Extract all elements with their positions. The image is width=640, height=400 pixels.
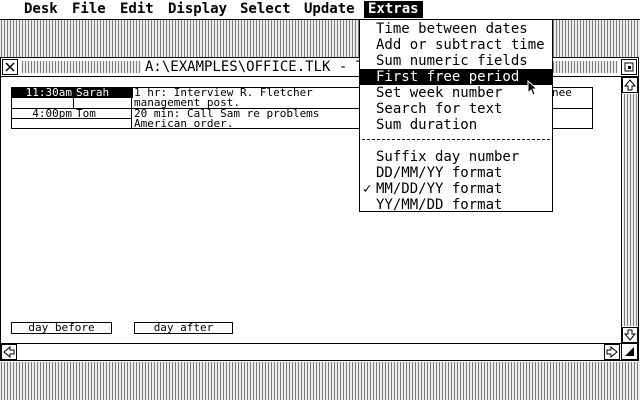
appointment-time[interactable]: 4:00pm <box>12 109 74 119</box>
up-arrow-icon[interactable] <box>622 77 638 93</box>
checkmark-icon: ✓ <box>363 181 372 197</box>
menu-item-dd-mm-yy[interactable]: DD/MM/YY format <box>360 165 552 181</box>
appointment-text[interactable]: 20 min: Call Sam re problems <box>134 109 394 119</box>
menu-item-time-between-dates[interactable]: Time between dates <box>360 21 552 37</box>
menu-item-sum-duration[interactable]: Sum duration <box>360 117 552 133</box>
menu-item-sum-numeric-fields[interactable]: Sum numeric fields <box>360 53 552 69</box>
vertical-scrollbar[interactable] <box>621 77 639 343</box>
extras-menu: Time between dates Add or subtract time … <box>359 19 553 213</box>
menu-extras[interactable]: Extras <box>364 1 423 18</box>
day-before-button[interactable]: day before <box>11 322 112 334</box>
menu-select[interactable]: Select <box>236 1 295 18</box>
vertical-scroll-track[interactable] <box>623 94 638 326</box>
menu-update[interactable]: Update <box>300 1 359 18</box>
mouse-pointer-icon <box>527 80 539 96</box>
down-arrow-icon[interactable] <box>622 327 638 343</box>
menu-item-yy-mm-dd[interactable]: YY/MM/DD format <box>360 197 552 213</box>
appointment-text[interactable]: 1 hr: Interview R. Fletcher <box>134 88 394 98</box>
menu-file[interactable]: File <box>68 1 110 18</box>
horizontal-scrollbar[interactable] <box>1 343 621 361</box>
menu-separator <box>362 139 550 140</box>
appointment-person[interactable]: Tom <box>74 109 133 119</box>
menu-item-suffix-day-number[interactable]: Suffix day number <box>360 149 552 165</box>
close-box-icon[interactable] <box>2 59 18 75</box>
menu-item-label: MM/DD/YY format <box>376 181 503 197</box>
appointment-text-continued: American order. <box>134 119 234 129</box>
window-title: A:\EXAMPLES\OFFICE.TLK - Th <box>141 59 377 75</box>
menu-item-set-week-number[interactable]: Set week number <box>360 85 552 101</box>
menu-item-search-for-text[interactable]: Search for text <box>360 101 552 117</box>
appointment-person[interactable]: Sarah <box>74 88 133 98</box>
size-box-icon[interactable] <box>621 343 638 360</box>
menu-desk[interactable]: Desk <box>20 1 62 18</box>
menu-item-add-subtract-time[interactable]: Add or subtract time <box>360 37 552 53</box>
appointment-text-tail: nee <box>552 88 572 98</box>
menu-display[interactable]: Display <box>164 1 231 18</box>
right-arrow-icon[interactable] <box>604 344 620 360</box>
menu-edit[interactable]: Edit <box>116 1 158 18</box>
appointment-time[interactable]: 11:30am <box>12 88 74 98</box>
horizontal-scroll-thumb[interactable] <box>18 345 603 360</box>
appointment-text-continued: management post. <box>134 98 240 108</box>
menu-item-first-free-period[interactable]: First free period <box>360 69 552 85</box>
fuller-box-icon[interactable] <box>621 59 637 75</box>
menu-bar: Desk File Edit Display Select Update Ext… <box>0 0 640 20</box>
day-after-button[interactable]: day after <box>134 322 233 334</box>
left-arrow-icon[interactable] <box>1 344 17 360</box>
desktop-background-bottom <box>0 362 640 400</box>
menu-item-mm-dd-yy[interactable]: ✓ MM/DD/YY format <box>360 181 552 197</box>
